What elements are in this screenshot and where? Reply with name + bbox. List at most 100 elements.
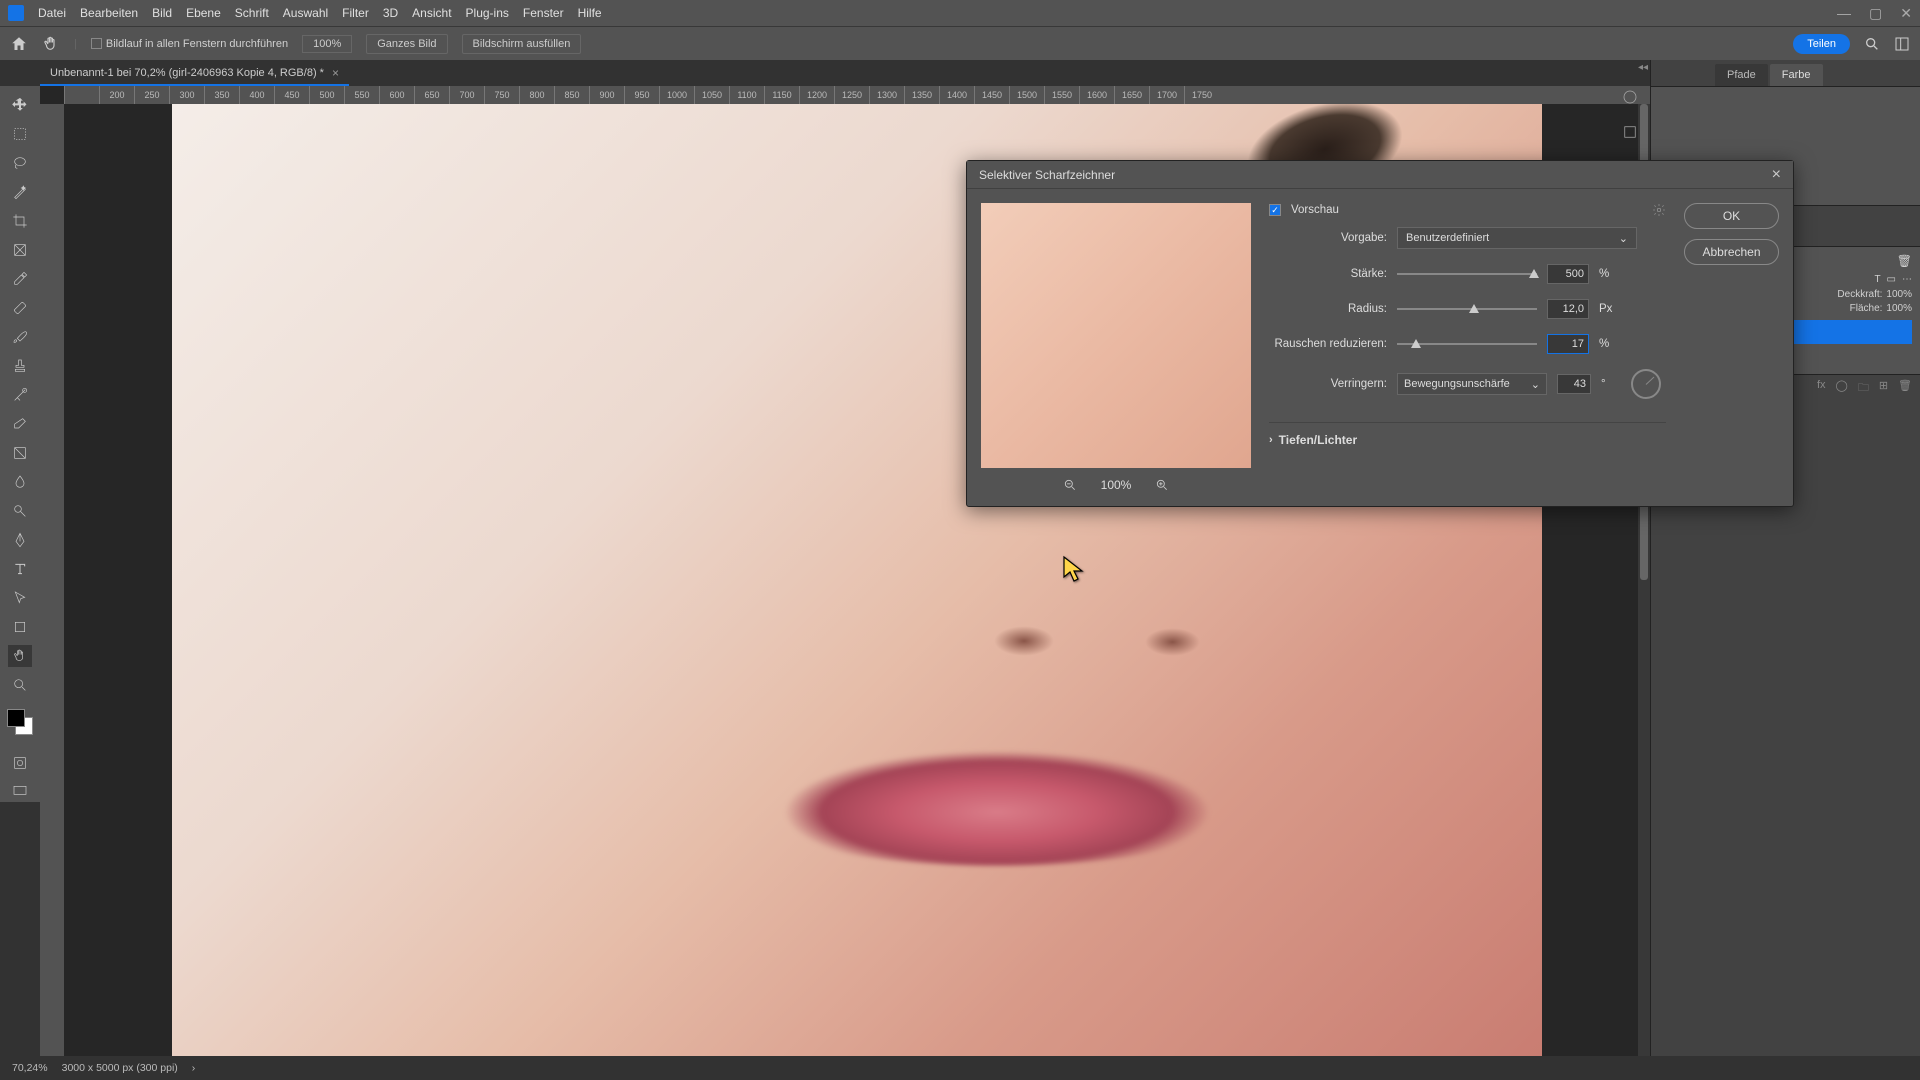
preview-thumbnail[interactable] bbox=[981, 203, 1251, 468]
maximize-icon[interactable]: ▢ bbox=[1869, 5, 1882, 22]
opacity-label: Deckkraft: bbox=[1837, 289, 1882, 300]
stamp-tool-icon[interactable] bbox=[8, 355, 32, 377]
folder-icon[interactable]: 🗀 bbox=[1858, 379, 1869, 398]
opacity-value[interactable]: 100% bbox=[1886, 289, 1912, 300]
history-brush-icon[interactable] bbox=[8, 384, 32, 406]
noise-input[interactable] bbox=[1547, 334, 1589, 354]
dodge-tool-icon[interactable] bbox=[8, 500, 32, 522]
menu-filter[interactable]: Filter bbox=[342, 6, 369, 20]
slider-thumb-icon[interactable] bbox=[1469, 304, 1479, 313]
strength-slider[interactable] bbox=[1397, 273, 1537, 275]
horizontal-ruler[interactable]: 2002503003504004505005506006507007508008… bbox=[64, 86, 1650, 104]
zoom-out-icon[interactable] bbox=[1063, 478, 1077, 492]
radius-slider[interactable] bbox=[1397, 308, 1537, 310]
lasso-tool-icon[interactable] bbox=[8, 152, 32, 174]
marquee-tool-icon[interactable] bbox=[8, 123, 32, 145]
preview-checkbox[interactable]: ✓ bbox=[1269, 204, 1281, 216]
angle-input[interactable] bbox=[1557, 374, 1591, 394]
chevron-down-icon: ⌄ bbox=[1619, 232, 1628, 245]
heal-tool-icon[interactable] bbox=[8, 297, 32, 319]
menu-3d[interactable]: 3D bbox=[383, 6, 398, 20]
more-icon[interactable]: ⋯ bbox=[1902, 274, 1912, 285]
shape-tool-icon[interactable] bbox=[8, 616, 32, 638]
menu-bearbeiten[interactable]: Bearbeiten bbox=[80, 6, 138, 20]
hand-tool-icon[interactable] bbox=[42, 35, 60, 53]
status-bar: 70,24% 3000 x 5000 px (300 ppi) › bbox=[0, 1056, 1920, 1080]
share-button[interactable]: Teilen bbox=[1793, 34, 1850, 54]
remove-label: Verringern: bbox=[1269, 378, 1387, 390]
collapse-panels-icon[interactable]: ◂◂ bbox=[1638, 62, 1648, 73]
crop-tool-icon[interactable] bbox=[8, 210, 32, 232]
fit-image-button[interactable]: Ganzes Bild bbox=[366, 34, 447, 54]
hand-tool[interactable] bbox=[8, 645, 32, 667]
menu-hilfe[interactable]: Hilfe bbox=[578, 6, 602, 20]
pen-tool-icon[interactable] bbox=[8, 529, 32, 551]
noise-slider[interactable] bbox=[1397, 343, 1537, 345]
tab-farbe[interactable]: Farbe bbox=[1770, 64, 1823, 86]
document-tab-title: Unbenannt-1 bei 70,2% (girl-2406963 Kopi… bbox=[50, 67, 324, 79]
dialog-titlebar[interactable]: Selektiver Scharfzeichner × bbox=[967, 161, 1793, 189]
search-icon[interactable] bbox=[1864, 36, 1880, 52]
slider-thumb-icon[interactable] bbox=[1529, 269, 1539, 278]
zoom-in-icon[interactable] bbox=[1155, 478, 1169, 492]
menu-ebene[interactable]: Ebene bbox=[186, 6, 221, 20]
remove-select[interactable]: Bewegungsunschärfe⌄ bbox=[1397, 373, 1547, 395]
vertical-ruler[interactable] bbox=[40, 104, 64, 1056]
close-tab-icon[interactable]: × bbox=[332, 66, 339, 80]
minimize-icon[interactable]: — bbox=[1837, 5, 1851, 21]
shadows-highlights-section[interactable]: › Tiefen/Lichter bbox=[1269, 422, 1666, 447]
text-icon[interactable]: T bbox=[1874, 274, 1880, 285]
color-swatches[interactable] bbox=[7, 709, 33, 735]
workspace-icon[interactable] bbox=[1894, 36, 1910, 52]
chevron-right-icon[interactable]: › bbox=[192, 1062, 196, 1074]
home-icon[interactable] bbox=[10, 35, 28, 53]
scroll-all-checkbox[interactable]: Bildlauf in allen Fenstern durchführen bbox=[91, 38, 288, 50]
screenmode-icon[interactable] bbox=[8, 780, 32, 802]
cancel-button[interactable]: Abbrechen bbox=[1684, 239, 1779, 265]
new-layer-icon[interactable]: ⊞ bbox=[1879, 379, 1888, 398]
mask-add-icon[interactable]: ◯ bbox=[1836, 379, 1848, 398]
wand-tool-icon[interactable] bbox=[8, 181, 32, 203]
status-zoom[interactable]: 70,24% bbox=[12, 1062, 48, 1074]
fill-value[interactable]: 100% bbox=[1886, 303, 1912, 314]
menu-schrift[interactable]: Schrift bbox=[235, 6, 269, 20]
menu-fenster[interactable]: Fenster bbox=[523, 6, 564, 20]
status-doc-info[interactable]: 3000 x 5000 px (300 ppi) bbox=[62, 1062, 178, 1074]
radius-input[interactable] bbox=[1547, 299, 1589, 319]
strength-input[interactable] bbox=[1547, 264, 1589, 284]
zoom-preset[interactable]: 100% bbox=[302, 35, 352, 53]
eraser-tool-icon[interactable] bbox=[8, 413, 32, 435]
move-tool-icon[interactable] bbox=[8, 94, 32, 116]
slider-thumb-icon[interactable] bbox=[1411, 339, 1421, 348]
foreground-color-swatch[interactable] bbox=[7, 709, 25, 727]
panel-icon[interactable] bbox=[1621, 123, 1639, 144]
gear-icon[interactable] bbox=[1652, 203, 1666, 217]
brush-tool-icon[interactable] bbox=[8, 326, 32, 348]
trash-icon[interactable]: 🗑 bbox=[1898, 379, 1912, 398]
fx-icon[interactable]: fx bbox=[1817, 379, 1826, 398]
dialog-close-icon[interactable]: × bbox=[1772, 166, 1781, 184]
gradient-tool-icon[interactable] bbox=[8, 442, 32, 464]
zoom-tool-icon[interactable] bbox=[8, 674, 32, 696]
ok-button[interactable]: OK bbox=[1684, 203, 1779, 229]
menu-ansicht[interactable]: Ansicht bbox=[412, 6, 451, 20]
fill-screen-button[interactable]: Bildschirm ausfüllen bbox=[462, 34, 582, 54]
panel-icon[interactable] bbox=[1621, 88, 1639, 109]
frame-tool-icon[interactable] bbox=[8, 239, 32, 261]
quickmask-icon[interactable] bbox=[8, 752, 32, 774]
tab-pfade[interactable]: Pfade bbox=[1715, 64, 1768, 86]
menu-auswahl[interactable]: Auswahl bbox=[283, 6, 328, 20]
eyedropper-tool-icon[interactable] bbox=[8, 268, 32, 290]
blur-tool-icon[interactable] bbox=[8, 471, 32, 493]
delete-icon[interactable]: 🗑 bbox=[1897, 254, 1912, 268]
document-tab[interactable]: Unbenannt-1 bei 70,2% (girl-2406963 Kopi… bbox=[40, 62, 349, 86]
close-window-icon[interactable]: ✕ bbox=[1900, 5, 1912, 22]
menu-bild[interactable]: Bild bbox=[152, 6, 172, 20]
angle-dial[interactable] bbox=[1631, 369, 1661, 399]
type-tool-icon[interactable] bbox=[8, 558, 32, 580]
menu-datei[interactable]: Datei bbox=[38, 6, 66, 20]
vector-icon[interactable]: ▭ bbox=[1887, 274, 1896, 285]
path-select-icon[interactable] bbox=[8, 587, 32, 609]
preset-select[interactable]: Benutzerdefiniert⌄ bbox=[1397, 227, 1637, 249]
menu-plugins[interactable]: Plug-ins bbox=[466, 6, 509, 20]
